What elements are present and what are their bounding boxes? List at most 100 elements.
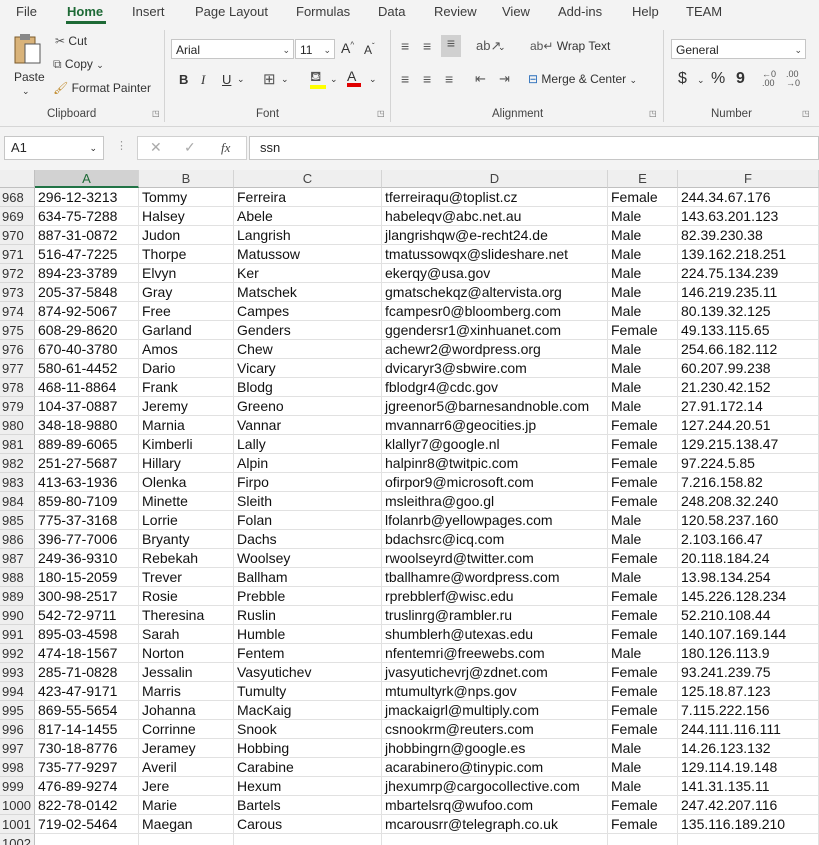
cell-d[interactable]: klallyr7@google.nl bbox=[382, 435, 608, 454]
cell-b[interactable]: Marris bbox=[139, 682, 234, 701]
cell-c[interactable]: Alpin bbox=[234, 454, 382, 473]
row-header[interactable]: 984 bbox=[0, 492, 35, 511]
row-header[interactable]: 974 bbox=[0, 302, 35, 321]
cell-d[interactable]: fcampesr0@bloomberg.com bbox=[382, 302, 608, 321]
row-header[interactable]: 981 bbox=[0, 435, 35, 454]
cut-button[interactable]: ✂ Cut bbox=[55, 34, 87, 48]
cell-d[interactable]: msleithra@goo.gl bbox=[382, 492, 608, 511]
cell-f[interactable]: 13.98.134.254 bbox=[678, 568, 819, 587]
cell-b[interactable]: Tommy bbox=[139, 188, 234, 207]
cell-a[interactable]: 730-18-8776 bbox=[35, 739, 139, 758]
cell-a[interactable]: 249-36-9310 bbox=[35, 549, 139, 568]
column-header-c[interactable]: C bbox=[234, 170, 382, 188]
cell-a[interactable]: 895-03-4598 bbox=[35, 625, 139, 644]
cell-a[interactable]: 180-15-2059 bbox=[35, 568, 139, 587]
cell-c[interactable]: Ferreira bbox=[234, 188, 382, 207]
row-header[interactable]: 976 bbox=[0, 340, 35, 359]
cell-f[interactable]: 21.230.42.152 bbox=[678, 378, 819, 397]
cell-e[interactable]: Female bbox=[608, 796, 678, 815]
enter-icon[interactable]: ✓ bbox=[184, 139, 196, 156]
cell-b[interactable]: Kimberli bbox=[139, 435, 234, 454]
cell-a[interactable]: 634-75-7288 bbox=[35, 207, 139, 226]
cell-c[interactable]: Ballham bbox=[234, 568, 382, 587]
cell-f[interactable]: 60.207.99.238 bbox=[678, 359, 819, 378]
cell-a[interactable]: 396-77-7006 bbox=[35, 530, 139, 549]
row-header[interactable]: 977 bbox=[0, 359, 35, 378]
increase-decimal-icon[interactable]: ←0.00 bbox=[762, 70, 776, 88]
cell-f[interactable]: 146.219.235.11 bbox=[678, 283, 819, 302]
cell-b[interactable]: Gray bbox=[139, 283, 234, 302]
row-header[interactable]: 995 bbox=[0, 701, 35, 720]
cell-e[interactable]: Male bbox=[608, 359, 678, 378]
cell-e[interactable]: Female bbox=[608, 815, 678, 834]
row-header[interactable]: 980 bbox=[0, 416, 35, 435]
cell-e[interactable]: Male bbox=[608, 302, 678, 321]
row-header[interactable]: 975 bbox=[0, 321, 35, 340]
cell-d[interactable]: jgreenor5@barnesandnoble.com bbox=[382, 397, 608, 416]
percent-style-button[interactable]: % bbox=[711, 70, 725, 88]
cell-a[interactable]: 859-80-7109 bbox=[35, 492, 139, 511]
chevron-down-icon[interactable]: ⌄ bbox=[237, 74, 245, 85]
cell-e[interactable]: Female bbox=[608, 663, 678, 682]
cell-d[interactable]: rwoolseyrd@twitter.com bbox=[382, 549, 608, 568]
cell-c[interactable]: Vicary bbox=[234, 359, 382, 378]
column-header-d[interactable]: D bbox=[382, 170, 608, 188]
cell-a[interactable]: 251-27-5687 bbox=[35, 454, 139, 473]
cell-b[interactable]: Marie bbox=[139, 796, 234, 815]
cell-b[interactable]: Amos bbox=[139, 340, 234, 359]
cell-b[interactable]: Johanna bbox=[139, 701, 234, 720]
row-header[interactable]: 985 bbox=[0, 511, 35, 530]
number-format-dropdown[interactable]: General ⌄ bbox=[671, 39, 806, 59]
italic-button[interactable]: I bbox=[201, 72, 205, 88]
row-header[interactable]: 998 bbox=[0, 758, 35, 777]
cell-e[interactable]: Male bbox=[608, 739, 678, 758]
tab-help[interactable]: Help bbox=[632, 4, 659, 19]
cell-a[interactable]: 285-71-0828 bbox=[35, 663, 139, 682]
cell-f[interactable]: 27.91.172.14 bbox=[678, 397, 819, 416]
tab-data[interactable]: Data bbox=[378, 4, 405, 19]
row-header[interactable]: 999 bbox=[0, 777, 35, 796]
cell-c[interactable]: Matussow bbox=[234, 245, 382, 264]
cell-c[interactable]: Carous bbox=[234, 815, 382, 834]
cell-c[interactable]: Sleith bbox=[234, 492, 382, 511]
cell-b[interactable]: Thorpe bbox=[139, 245, 234, 264]
cell-c[interactable]: Vasyutichev bbox=[234, 663, 382, 682]
row-header[interactable]: 971 bbox=[0, 245, 35, 264]
cell-d[interactable]: rprebblerf@wisc.edu bbox=[382, 587, 608, 606]
cell-d[interactable]: achewr2@wordpress.org bbox=[382, 340, 608, 359]
row-header[interactable]: 968 bbox=[0, 188, 35, 207]
cell-b[interactable]: Dario bbox=[139, 359, 234, 378]
cell-c[interactable]: Hexum bbox=[234, 777, 382, 796]
cell-c[interactable]: Chew bbox=[234, 340, 382, 359]
cell-f[interactable]: 97.224.5.85 bbox=[678, 454, 819, 473]
cell-f[interactable]: 143.63.201.123 bbox=[678, 207, 819, 226]
row-header[interactable]: 989 bbox=[0, 587, 35, 606]
cell-d[interactable]: dvicaryr3@sbwire.com bbox=[382, 359, 608, 378]
cell-e[interactable]: Female bbox=[608, 188, 678, 207]
cell-a[interactable]: 542-72-9711 bbox=[35, 606, 139, 625]
cell-e[interactable] bbox=[608, 834, 678, 845]
cell-f[interactable]: 244.34.67.176 bbox=[678, 188, 819, 207]
cell-d[interactable]: ggendersr1@xinhuanet.com bbox=[382, 321, 608, 340]
cell-e[interactable]: Male bbox=[608, 530, 678, 549]
row-header[interactable]: 983 bbox=[0, 473, 35, 492]
cell-b[interactable]: Sarah bbox=[139, 625, 234, 644]
row-header[interactable]: 972 bbox=[0, 264, 35, 283]
cell-e[interactable]: Male bbox=[608, 378, 678, 397]
cell-a[interactable] bbox=[35, 834, 139, 845]
chevron-down-icon[interactable]: ⌄ bbox=[281, 74, 289, 85]
cell-c[interactable]: Snook bbox=[234, 720, 382, 739]
cell-f[interactable]: 248.208.32.240 bbox=[678, 492, 819, 511]
cell-e[interactable]: Female bbox=[608, 473, 678, 492]
cell-d[interactable]: tballhamre@wordpress.com bbox=[382, 568, 608, 587]
cell-e[interactable]: Female bbox=[608, 321, 678, 340]
cell-f[interactable]: 93.241.239.75 bbox=[678, 663, 819, 682]
cell-d[interactable]: ofirpor9@microsoft.com bbox=[382, 473, 608, 492]
cell-c[interactable]: Fentem bbox=[234, 644, 382, 663]
cell-d[interactable]: jhobbingrn@google.es bbox=[382, 739, 608, 758]
align-top-icon[interactable]: ≡ bbox=[401, 38, 409, 54]
formula-input[interactable]: ssn bbox=[249, 136, 819, 160]
cell-f[interactable]: 247.42.207.116 bbox=[678, 796, 819, 815]
cell-a[interactable]: 474-18-1567 bbox=[35, 644, 139, 663]
cell-f[interactable]: 14.26.123.132 bbox=[678, 739, 819, 758]
